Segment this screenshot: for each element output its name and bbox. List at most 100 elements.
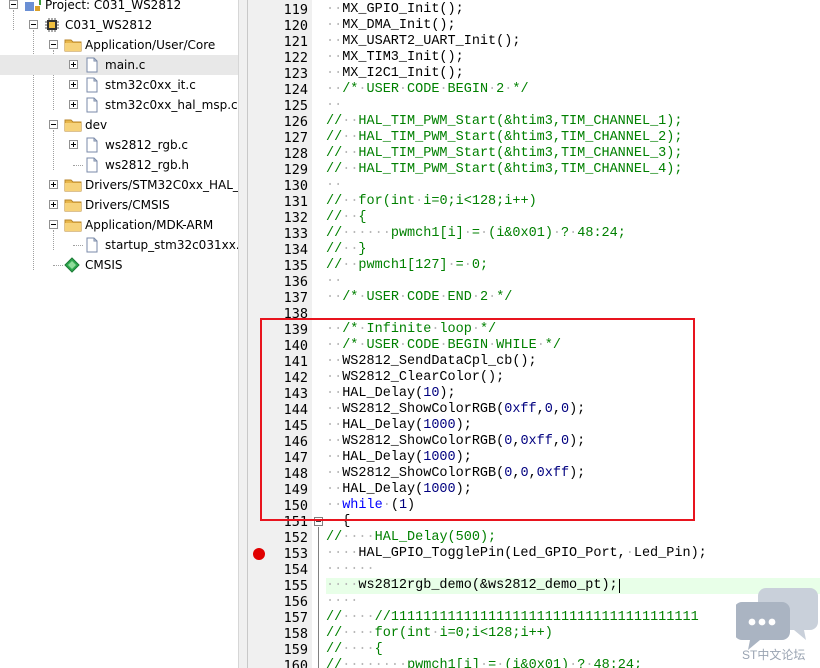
code-line-152[interactable]: 152 //····HAL_Delay(500); xyxy=(248,530,820,546)
line-number[interactable]: 123 xyxy=(248,66,308,82)
tree-item-drivers-cmsis[interactable]: Drivers/CMSIS xyxy=(0,195,238,215)
line-number[interactable]: 148 xyxy=(248,466,308,482)
code-line-124[interactable]: 124 ··/*·USER·CODE·BEGIN·2·*/ xyxy=(248,82,820,98)
code-text-area[interactable]: ·· xyxy=(326,98,820,114)
code-text[interactable]: ··WS2812_ShowColorRGB(0,0,0xff); xyxy=(326,466,585,482)
line-number[interactable]: 145 xyxy=(248,418,308,434)
tree-item-main-c[interactable]: main.c xyxy=(0,55,238,75)
line-number[interactable]: 151 xyxy=(248,514,308,530)
code-text-area[interactable]: ··{ xyxy=(326,514,820,530)
code-line-135[interactable]: 135 //··pwmch1[127]·=·0; xyxy=(248,258,820,274)
tree-item-drivers-stm32c0xx-hal-driver[interactable]: Drivers/STM32C0xx_HAL_Driver xyxy=(0,175,238,195)
breakpoint-icon[interactable] xyxy=(253,548,265,560)
line-number[interactable]: 134 xyxy=(248,242,308,258)
expand-icon[interactable] xyxy=(49,180,58,189)
tree-item-project-c031-ws2812[interactable]: Project: C031_WS2812 xyxy=(0,0,238,15)
code-text-area[interactable]: ··MX_I2C1_Init(); xyxy=(326,66,820,82)
code-line-137[interactable]: 137 ··/*·USER·CODE·END·2·*/ xyxy=(248,290,820,306)
code-text-area[interactable]: ·· xyxy=(326,274,820,290)
code-line-122[interactable]: 122 ··MX_TIM3_Init(); xyxy=(248,50,820,66)
code-text-area[interactable]: //··HAL_TIM_PWM_Start(&htim3,TIM_CHANNEL… xyxy=(326,146,820,162)
code-text[interactable]: ····ws2812rgb_demo(&ws2812_demo_pt); xyxy=(326,578,618,594)
line-number[interactable]: 138 xyxy=(248,306,308,322)
code-line-154[interactable]: 154 ······ xyxy=(248,562,820,578)
code-line-157[interactable]: 157 //····//11111111111111111111111111111… xyxy=(248,610,820,626)
code-line-159[interactable]: 159 //····{ xyxy=(248,642,820,658)
line-number[interactable]: 135 xyxy=(248,258,308,274)
code-text[interactable]: ··while·(1) xyxy=(326,498,415,514)
code-text-area[interactable]: ··WS2812_SendDataCpl_cb(); xyxy=(326,354,820,370)
code-text-area[interactable]: ··WS2812_ShowColorRGB(0xff,0,0); xyxy=(326,402,820,418)
code-text-area[interactable]: ··WS2812_ClearColor(); xyxy=(326,370,820,386)
panel-splitter[interactable] xyxy=(238,0,248,668)
code-text[interactable]: ····HAL_GPIO_TogglePin(Led_GPIO_Port,·Le… xyxy=(326,546,707,562)
code-text[interactable]: ··HAL_Delay(10); xyxy=(326,386,456,402)
code-line-142[interactable]: 142 ··WS2812_ClearColor(); xyxy=(248,370,820,386)
code-text-area[interactable]: //··{ xyxy=(326,210,820,226)
line-number[interactable]: 159 xyxy=(248,642,308,658)
code-line-147[interactable]: 147 ··HAL_Delay(1000); xyxy=(248,450,820,466)
code-text[interactable]: //··pwmch1[127]·=·0; xyxy=(326,258,488,274)
code-text[interactable]: //··HAL_TIM_PWM_Start(&htim3,TIM_CHANNEL… xyxy=(326,146,682,162)
code-text[interactable]: //··{ xyxy=(326,210,367,226)
code-line-148[interactable]: 148 ··WS2812_ShowColorRGB(0,0,0xff); xyxy=(248,466,820,482)
line-number[interactable]: 133 xyxy=(248,226,308,242)
code-text[interactable]: ··/*·Infinite·loop·*/ xyxy=(326,322,496,338)
code-line-146[interactable]: 146 ··WS2812_ShowColorRGB(0,0xff,0); xyxy=(248,434,820,450)
code-line-130[interactable]: 130 ·· xyxy=(248,178,820,194)
code-text-area[interactable]: ······ xyxy=(326,562,820,578)
code-text[interactable]: //······pwmch1[i]·=·(i&0x01)·?·48:24; xyxy=(326,226,626,242)
code-line-120[interactable]: 120 ··MX_DMA_Init(); xyxy=(248,18,820,34)
code-line-126[interactable]: 126 //··HAL_TIM_PWM_Start(&htim3,TIM_CHAN… xyxy=(248,114,820,130)
code-text-area[interactable]: //··pwmch1[127]·=·0; xyxy=(326,258,820,274)
code-text-area[interactable]: //··} xyxy=(326,242,820,258)
line-number[interactable]: 143 xyxy=(248,386,308,402)
code-text-area[interactable]: //······pwmch1[i]·=·(i&0x01)·?·48:24; xyxy=(326,226,820,242)
code-line-156[interactable]: 156 ···· xyxy=(248,594,820,610)
code-text[interactable]: ··/*·USER·CODE·BEGIN·WHILE·*/ xyxy=(326,338,561,354)
code-text[interactable]: ··MX_I2C1_Init(); xyxy=(326,66,464,82)
code-text[interactable]: ··WS2812_SendDataCpl_cb(); xyxy=(326,354,537,370)
code-text[interactable]: ··/*·USER·CODE·END·2·*/ xyxy=(326,290,512,306)
line-number[interactable]: 126 xyxy=(248,114,308,130)
code-text-area[interactable]: //··HAL_TIM_PWM_Start(&htim3,TIM_CHANNEL… xyxy=(326,114,820,130)
code-line-132[interactable]: 132 //··{ xyxy=(248,210,820,226)
code-text-area[interactable]: ··/*·Infinite·loop·*/ xyxy=(326,322,820,338)
expand-icon[interactable] xyxy=(49,200,58,209)
code-text[interactable]: //····HAL_Delay(500); xyxy=(326,530,496,546)
code-editor[interactable]: 119 ··MX_GPIO_Init(); 120 ··MX_DMA_Init(); 1… xyxy=(248,0,820,668)
code-text[interactable]: ··MX_GPIO_Init(); xyxy=(326,2,464,18)
tree-item-ws2812-rgb-h[interactable]: ws2812_rgb.h xyxy=(0,155,238,175)
code-line-133[interactable]: 133 //······pwmch1[i]·=·(i&0x01)·?·48:24; xyxy=(248,226,820,242)
collapse-icon[interactable] xyxy=(49,40,58,49)
code-line-153[interactable]: 153 ····HAL_GPIO_TogglePin(Led_GPIO_Port,… xyxy=(248,546,820,562)
line-number[interactable]: 120 xyxy=(248,18,308,34)
code-line-145[interactable]: 145 ··HAL_Delay(1000); xyxy=(248,418,820,434)
code-text[interactable]: ·· xyxy=(326,98,342,114)
code-line-138[interactable]: 138 xyxy=(248,306,820,322)
line-number[interactable]: 122 xyxy=(248,50,308,66)
line-number[interactable]: 156 xyxy=(248,594,308,610)
code-text-area[interactable]: ··MX_USART2_UART_Init(); xyxy=(326,34,820,50)
expand-icon[interactable] xyxy=(69,100,78,109)
code-text-area[interactable]: ··WS2812_ShowColorRGB(0,0,0xff); xyxy=(326,466,820,482)
code-line-143[interactable]: 143 ··HAL_Delay(10); xyxy=(248,386,820,402)
code-text-area[interactable]: ·· xyxy=(326,178,820,194)
code-text[interactable]: //··for(int·i=0;i<128;i++) xyxy=(326,194,537,210)
line-number[interactable]: 131 xyxy=(248,194,308,210)
code-text-area[interactable]: ····HAL_GPIO_TogglePin(Led_GPIO_Port,·Le… xyxy=(326,546,820,562)
code-line-140[interactable]: 140 ··/*·USER·CODE·BEGIN·WHILE·*/ xyxy=(248,338,820,354)
code-line-150[interactable]: 150 ··while·(1) xyxy=(248,498,820,514)
code-text[interactable]: ·· xyxy=(326,178,342,194)
code-line-149[interactable]: 149 ··HAL_Delay(1000); xyxy=(248,482,820,498)
code-text-area[interactable]: ··MX_DMA_Init(); xyxy=(326,18,820,34)
code-line-125[interactable]: 125 ·· xyxy=(248,98,820,114)
code-text[interactable]: ··WS2812_ShowColorRGB(0,0xff,0); xyxy=(326,434,585,450)
tree-item-startup-stm32c031xx-s[interactable]: startup_stm32c031xx.s xyxy=(0,235,238,255)
code-text[interactable]: ··WS2812_ShowColorRGB(0xff,0,0); xyxy=(326,402,585,418)
code-text[interactable]: //····for(int·i=0;i<128;i++) xyxy=(326,626,553,642)
line-number[interactable]: 128 xyxy=(248,146,308,162)
code-line-141[interactable]: 141 ··WS2812_SendDataCpl_cb(); xyxy=(248,354,820,370)
tree-item-cmsis[interactable]: CMSIS xyxy=(0,255,238,275)
line-number[interactable]: 139 xyxy=(248,322,308,338)
